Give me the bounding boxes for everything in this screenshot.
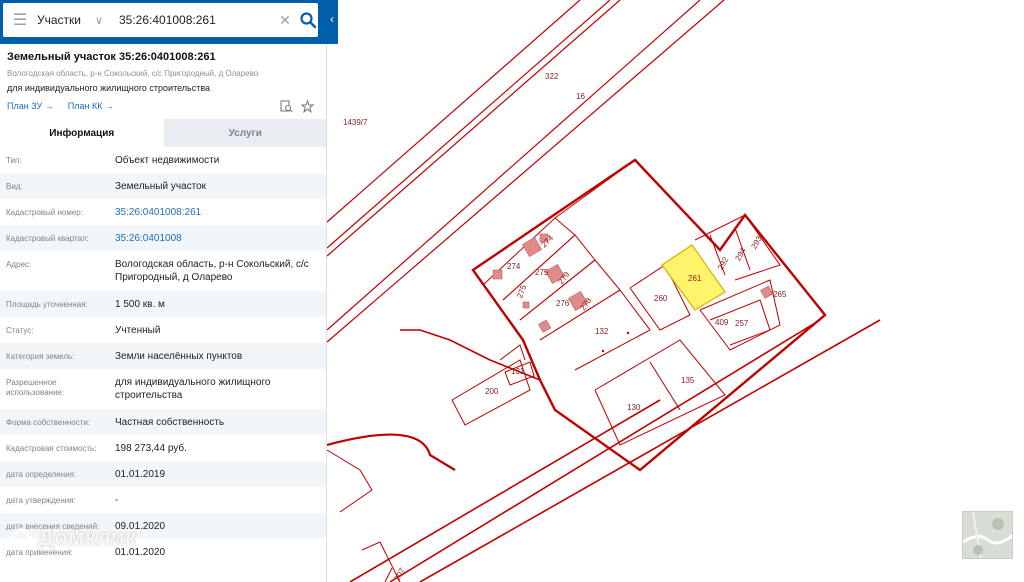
map-label-131: 131 xyxy=(511,367,525,376)
object-purpose: для индивидуального жилищного строительс… xyxy=(7,83,211,93)
map-label-16: 16 xyxy=(576,92,585,101)
search-bar: ☰ Участки ∨ ✕ ‹ xyxy=(0,0,338,44)
info-table: Тип: Объект недвижимости Вид: Земельный уч… xyxy=(0,147,326,565)
row-value: 09.01.2020 xyxy=(115,521,166,532)
row-label: Тип: xyxy=(6,156,22,165)
row-value: 198 273,44 руб. xyxy=(115,443,187,454)
row-label: Разрешенное использование: xyxy=(6,378,65,397)
map-label-275: 275 xyxy=(535,268,549,277)
search-input[interactable] xyxy=(119,13,269,27)
row-value: 1 500 кв. м xyxy=(115,299,165,310)
tab-info[interactable]: Информация xyxy=(0,119,164,147)
map-label-260: 260 xyxy=(654,294,668,303)
map-label-261: 261 xyxy=(688,274,702,283)
row-label: Кадастровый номер: xyxy=(6,208,83,217)
row-label: Кадастровый квартал: xyxy=(6,234,89,243)
object-address: Вологодская область, р-н Сокольский, с/с… xyxy=(7,69,259,78)
watermark-text: Домклик xyxy=(38,525,137,550)
row-value: для индивидуального жилищного строительс… xyxy=(115,377,271,401)
chevron-down-icon: ∨ xyxy=(95,14,104,27)
map-label-322: 322 xyxy=(545,72,559,81)
row-label: дата определения: xyxy=(6,470,77,479)
map-label-130: 130 xyxy=(627,403,641,412)
type-select-label: Участки xyxy=(37,13,81,27)
search-box: ☰ Участки ∨ ✕ xyxy=(3,3,318,37)
info-row: Категория земель: Земли населённых пункто… xyxy=(0,343,326,369)
row-value: Земельный участок xyxy=(115,181,207,192)
row-value: Учтенный xyxy=(115,325,161,336)
info-row: Вид: Земельный участок xyxy=(0,173,326,199)
tab-services[interactable]: Услуги xyxy=(163,119,326,147)
info-row: Адрес: Вологодская область, р-н Сокольски… xyxy=(0,251,326,291)
row-label: Вид: xyxy=(6,182,23,191)
row-value: Вологодская область, р-н Сокольский, с/с… xyxy=(115,259,309,283)
row-label: дата утверждения: xyxy=(6,496,76,505)
info-row: Разрешенное использование: для индивидуал… xyxy=(0,369,326,409)
row-label: Статус: xyxy=(6,326,34,335)
map-label-132: 132 xyxy=(595,327,609,336)
row-label: Кадастровая стоимость: xyxy=(6,444,97,453)
row-value: Частная собственность xyxy=(115,417,225,428)
plan-zu-link[interactable]: План ЗУ → xyxy=(7,101,54,111)
star-icon[interactable] xyxy=(301,100,314,113)
close-icon[interactable]: ✕ xyxy=(277,12,293,29)
map-label-200: 200 xyxy=(485,387,499,396)
info-row: Кадастровая стоимость: 198 273,44 руб. xyxy=(0,435,326,461)
info-row: Кадастровый номер: 35:26:0401008:261 xyxy=(0,199,326,225)
search-icon[interactable] xyxy=(299,11,317,29)
layer-switch-thumbnail[interactable] xyxy=(962,511,1013,559)
menu-icon[interactable]: ☰ xyxy=(3,3,37,37)
cadastral-quarter-link[interactable]: 35:26:0401008 xyxy=(115,225,321,251)
type-select[interactable]: Участки ∨ xyxy=(37,13,115,27)
search-document-icon[interactable] xyxy=(280,100,293,113)
object-title: Земельный участок 35:26:0401008:261 xyxy=(7,51,216,63)
info-row: дата определения: 01.01.2019 xyxy=(0,461,326,487)
row-value: 01.01.2020 xyxy=(115,547,166,558)
map-label-265: 265 xyxy=(773,290,787,299)
row-value: - xyxy=(115,495,119,506)
info-row: Площадь уточненная: 1 500 кв. м xyxy=(0,291,326,317)
map-label-257: 257 xyxy=(735,319,749,328)
row-value: 01.01.2019 xyxy=(115,469,166,480)
info-row: Форма собственности: Частная собственност… xyxy=(0,409,326,435)
info-row: Кадастровый квартал: 35:26:0401008 xyxy=(0,225,326,251)
map-label-274: 274 xyxy=(507,262,521,271)
row-label: Форма собственности: xyxy=(6,418,91,427)
map-label-135: 135 xyxy=(681,376,695,385)
row-label: Площадь уточненная: xyxy=(6,300,88,309)
info-row: Статус: Учтенный xyxy=(0,317,326,343)
row-label: Адрес: xyxy=(6,260,32,269)
collapse-panel-chevron-icon[interactable]: ‹ xyxy=(326,2,338,36)
row-value: Земли населённых пунктов xyxy=(115,351,243,362)
map-label-1439: 1439/7 xyxy=(343,118,368,127)
satellite-thumb-icon xyxy=(963,512,1012,558)
cadastral-number-link[interactable]: 35:26:0401008:261 xyxy=(115,199,321,225)
row-label: Категория земель: xyxy=(6,352,75,361)
map-label-409: 409 xyxy=(715,318,729,327)
info-row: дата утверждения: - xyxy=(0,487,326,513)
domclick-watermark: Домклик xyxy=(8,525,137,551)
map-label-276: 276 xyxy=(556,299,570,308)
plan-kk-link[interactable]: План КК → xyxy=(68,101,114,111)
info-panel: Земельный участок 35:26:0401008:261 Воло… xyxy=(0,0,327,582)
row-value: Объект недвижимости xyxy=(115,155,220,166)
domclick-logo-icon xyxy=(9,526,33,550)
info-row: Тип: Объект недвижимости xyxy=(0,147,326,173)
